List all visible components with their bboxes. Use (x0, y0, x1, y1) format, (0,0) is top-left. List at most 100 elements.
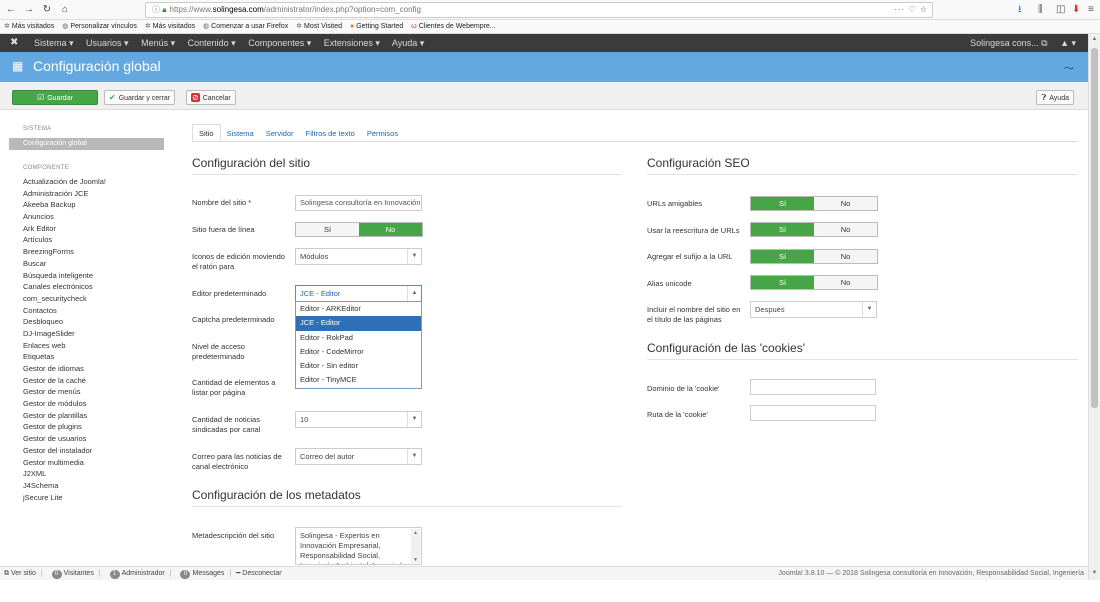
forward-icon[interactable]: → (22, 3, 36, 17)
scroll-down-icon[interactable]: ▼ (1089, 570, 1100, 576)
page-actions-icon[interactable]: ··· ♡ ☆ (894, 3, 928, 17)
sidebar-item[interactable]: J4Schema (23, 480, 106, 492)
bookmark-item[interactable]: ✲ Most Visited (296, 23, 342, 30)
offline-yes[interactable]: Sí (296, 223, 359, 236)
page-scrollbar[interactable]: ▲ ▼ (1088, 34, 1100, 580)
bookmark-item[interactable]: ✲ Más visitados (145, 23, 195, 30)
sidebar-item[interactable]: Enlaces web (23, 340, 106, 352)
section-title-metadata: Configuración de los metadatos (192, 488, 361, 502)
friendly-urls-no[interactable]: No (814, 197, 877, 210)
sidebar-item[interactable]: BreezingForms (23, 246, 106, 258)
feed-limit-select[interactable]: 10 ▼ (295, 411, 422, 428)
editor-option[interactable]: Editor - CodeMirror (296, 345, 421, 359)
messages-link[interactable]: Messages (192, 570, 224, 577)
bookmark-item[interactable]: ◍ Comenzar a usar Firefox (203, 23, 288, 30)
sidebar-item[interactable]: jSecure Lite (23, 492, 106, 504)
menu-componentes[interactable]: Componentes ▾ (248, 38, 311, 48)
joomla-logo-icon[interactable]: ✖ (10, 34, 18, 52)
save-button[interactable]: ☑ Guardar (12, 90, 98, 105)
menu-extensiones[interactable]: Extensiones ▾ (324, 38, 380, 48)
save-close-button[interactable]: ✔ Guardar y cerrar (104, 90, 176, 105)
sidebar-item[interactable]: Gestor del instalador (23, 445, 106, 457)
sidebar-item[interactable]: com_securitycheck (23, 293, 106, 305)
friendly-urls-yes[interactable]: Sí (751, 197, 814, 210)
sidebar-item[interactable]: Gestor de usuarios (23, 433, 106, 445)
sidebar-item[interactable]: Gestor de la caché (23, 375, 106, 387)
sitename-pagetitle-select[interactable]: Después ▼ (750, 301, 877, 318)
sidebar-item[interactable]: Gestor de plantillas (23, 410, 106, 422)
editor-option[interactable]: Editor - Sin editor (296, 359, 421, 373)
feed-email-select[interactable]: Correo del autor ▼ (295, 448, 422, 465)
back-icon[interactable]: ← (4, 3, 18, 17)
sidebar-item[interactable]: Actualización de Joomla! (23, 176, 106, 188)
offline-no[interactable]: No (359, 223, 422, 236)
sidebar-item[interactable]: Buscar (23, 258, 106, 270)
sidebar-item[interactable]: Etiquetas (23, 351, 106, 363)
webempresa-icon: ω (411, 23, 417, 30)
sidebar-item-global-config[interactable]: Configuración global (9, 138, 164, 150)
sidebar-item[interactable]: Gestor de plugins (23, 421, 106, 433)
textarea-scrollbar[interactable]: ▲ ▼ (411, 529, 420, 563)
menu-icon[interactable]: ≡ (1088, 3, 1094, 17)
sidebar-item[interactable]: DJ-ImageSlider (23, 328, 106, 340)
library-icon[interactable]: ⫼ (1038, 3, 1043, 17)
sidebar-item[interactable]: Canales electrónicos (23, 281, 106, 293)
sidebar-item[interactable]: Desbloqueo (23, 316, 106, 328)
help-button[interactable]: ❓︎ Ayuda (1036, 90, 1074, 105)
url-bar[interactable]: ⓘ 🔒︎ https://www.solingesa.com/administra… (145, 2, 933, 18)
bookmark-item[interactable]: ω Clientes de Webempre... (411, 23, 495, 30)
cookie-domain-input[interactable] (750, 379, 876, 395)
site-name-input[interactable]: Solingesa consultoría en Innovación (295, 195, 422, 211)
bookmark-item[interactable]: ✲ Más visitados (4, 23, 54, 30)
menu-menus[interactable]: Menús ▾ (141, 38, 175, 48)
sidebar-item[interactable]: J2XML (23, 468, 106, 480)
logout-link[interactable]: Desconectar (242, 570, 281, 577)
sidebar-item[interactable]: Akeeba Backup (23, 199, 106, 211)
url-suffix-no[interactable]: No (814, 250, 877, 263)
sidebar-item[interactable]: Ark Editor (23, 223, 106, 235)
editor-select[interactable]: JCE - Editor ▲ (295, 285, 422, 302)
scrollbar-thumb[interactable] (1091, 48, 1098, 408)
download-icon[interactable]: ⭳ (1018, 3, 1022, 17)
sidebar-item[interactable]: Búsqueda inteligente (23, 270, 106, 282)
info-icon[interactable]: ⓘ (152, 5, 160, 14)
editor-option-selected[interactable]: JCE - Editor (296, 316, 421, 331)
cookie-path-input[interactable] (750, 405, 876, 421)
editor-option[interactable]: Editor - ARKEditor (296, 302, 421, 316)
sidebar-item[interactable]: Gestor de menús (23, 386, 106, 398)
scroll-up-icon[interactable]: ▲ (1089, 36, 1100, 42)
sidebar-item[interactable]: Gestor de módulos (23, 398, 106, 410)
editor-option[interactable]: Editor - TinyMCE (296, 373, 421, 387)
user-menu[interactable]: ▲ ▾ (1060, 38, 1076, 48)
tab-sitio[interactable]: Sitio (192, 124, 221, 142)
joomla-swoosh-icon: 〜 (1064, 64, 1074, 75)
menu-contenido[interactable]: Contenido ▾ (188, 38, 236, 48)
home-icon[interactable]: ⌂ (58, 3, 72, 17)
bookmark-item[interactable]: ◍ Personalizar vínculos (62, 23, 137, 30)
sidebar-item[interactable]: Artículos (23, 234, 106, 246)
cancel-button[interactable]: ⊘ Cancelar (186, 90, 236, 105)
sidebar-icon[interactable]: ◫ (1056, 3, 1065, 17)
site-link[interactable]: Solingesa cons... ⧉ (970, 38, 1047, 48)
menu-ayuda[interactable]: Ayuda ▾ (392, 38, 424, 48)
extension-icon[interactable]: ⬇ (1072, 3, 1080, 17)
url-rewrite-yes[interactable]: Sí (751, 223, 814, 236)
unicode-alias-no[interactable]: No (814, 276, 877, 289)
menu-usuarios[interactable]: Usuarios ▾ (86, 38, 129, 48)
sidebar-item[interactable]: Anuncios (23, 211, 106, 223)
meta-desc-textarea[interactable]: Solingesa - Expertos en Innovación Empre… (295, 527, 422, 565)
edit-icons-select[interactable]: Módulos ▼ (295, 248, 422, 265)
reload-icon[interactable]: ↻ (40, 3, 54, 17)
sidebar-item[interactable]: Gestor multimedia (23, 457, 106, 469)
url-suffix-yes[interactable]: Sí (751, 250, 814, 263)
sidebar-item[interactable]: Contactos (23, 305, 106, 317)
unicode-alias-yes[interactable]: Sí (751, 276, 814, 289)
editor-option[interactable]: Editor - RokPad (296, 331, 421, 345)
view-site-link[interactable]: Ver sitio (11, 570, 36, 577)
url-rewrite-no[interactable]: No (814, 223, 877, 236)
sidebar-item[interactable]: Gestor de idiomas (23, 363, 106, 375)
bookmark-item[interactable]: ● Getting Started (350, 23, 403, 30)
menu-sistema[interactable]: Sistema ▾ (34, 38, 74, 48)
url-rewrite-label: Usar la reescritura de URLs (647, 226, 740, 235)
sidebar-item[interactable]: Administración JCE (23, 188, 106, 200)
